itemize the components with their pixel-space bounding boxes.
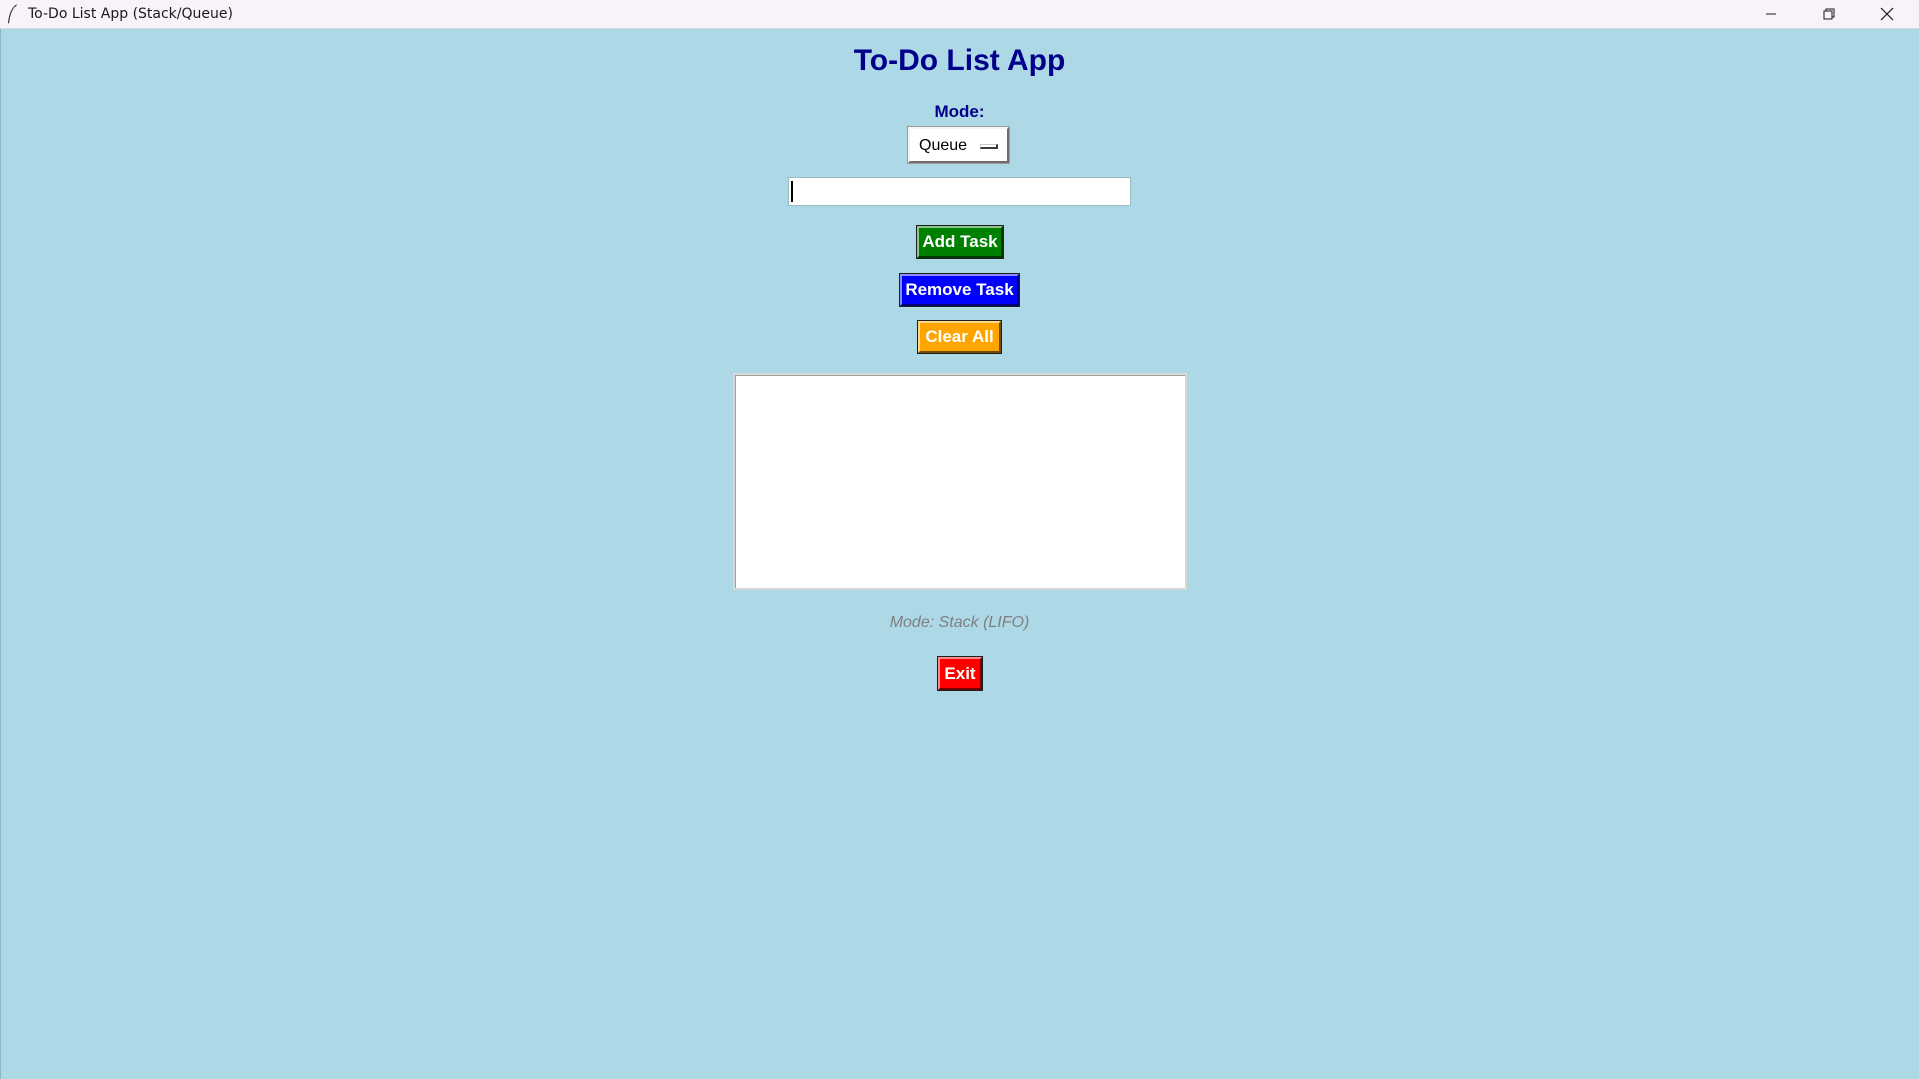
clear-all-button[interactable]: Clear All	[918, 321, 1001, 353]
task-input[interactable]	[788, 177, 1131, 206]
mode-status-text: Mode: Stack (LIFO)	[889, 614, 1030, 631]
mode-label: Mode:	[934, 102, 985, 121]
task-listbox[interactable]	[733, 373, 1187, 590]
minimize-button[interactable]	[1742, 0, 1800, 28]
window-left-border	[0, 29, 1, 1079]
page-title: To-Do List App	[853, 44, 1066, 77]
close-icon	[1880, 7, 1894, 21]
restore-icon	[1823, 8, 1835, 20]
close-button[interactable]	[1858, 0, 1916, 28]
add-task-button[interactable]: Add Task	[917, 226, 1003, 258]
dropdown-indicator-icon	[980, 144, 998, 149]
window-title: To-Do List App (Stack/Queue)	[28, 6, 233, 22]
window-titlebar[interactable]: To-Do List App (Stack/Queue)	[0, 0, 1919, 29]
mode-dropdown[interactable]: Queue	[908, 127, 1009, 163]
maximize-button[interactable]	[1800, 0, 1858, 28]
minimize-icon	[1766, 13, 1776, 15]
text-cursor	[791, 181, 793, 202]
exit-button[interactable]: Exit	[938, 657, 982, 690]
feather-icon	[8, 4, 17, 24]
remove-task-button[interactable]: Remove Task	[900, 274, 1019, 306]
mode-dropdown-value: Queue	[919, 137, 968, 154]
